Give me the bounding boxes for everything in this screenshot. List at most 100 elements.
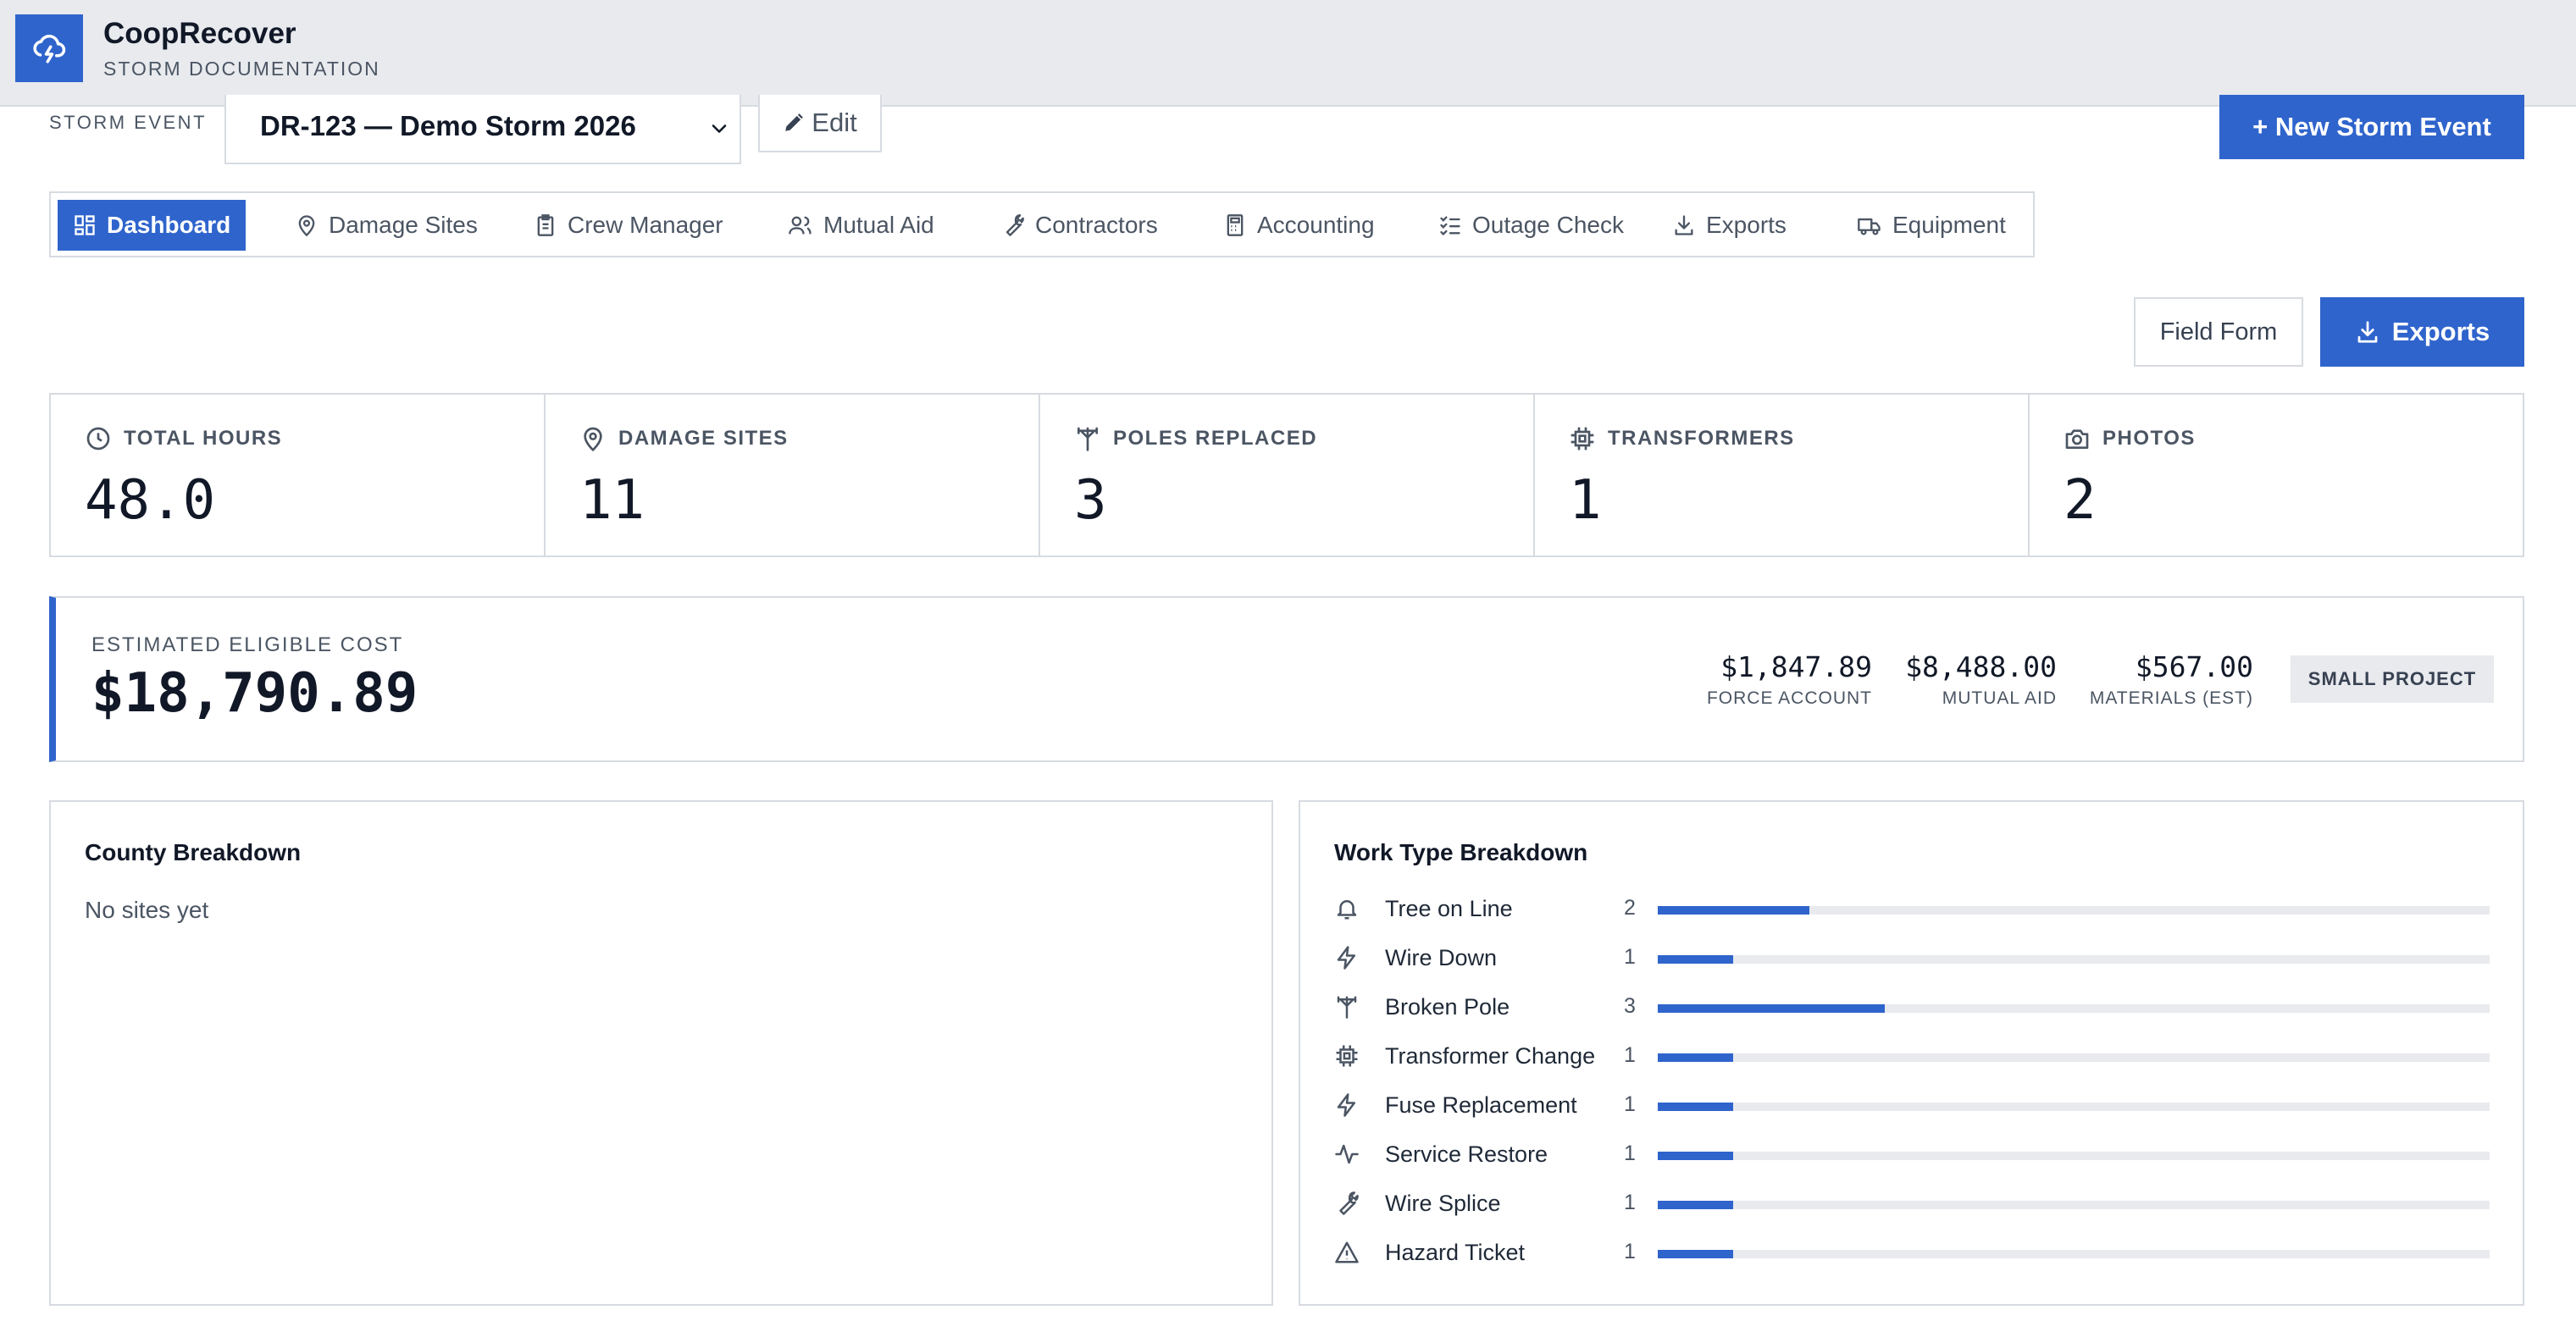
exports-button[interactable]: Exports bbox=[2320, 297, 2524, 367]
app-header: CoopRecover STORM DOCUMENTATION bbox=[0, 0, 2576, 107]
work-type-label: Fuse Replacement bbox=[1385, 1092, 1577, 1118]
work-type-bar bbox=[1658, 1201, 1734, 1209]
work-type-bar-track bbox=[1658, 1152, 2490, 1160]
tab-accounting[interactable]: Accounting bbox=[1208, 200, 1390, 251]
bell-icon bbox=[1334, 896, 1360, 921]
work-type-count: 1 bbox=[1624, 1141, 1636, 1165]
edit-label: Edit bbox=[812, 108, 857, 137]
tab-label: Mutual Aid bbox=[823, 212, 934, 238]
work-type-row: Wire Splice 1 bbox=[1334, 1186, 2490, 1220]
tab-equipment[interactable]: Equipment bbox=[1842, 200, 2021, 251]
chevron-down-icon bbox=[707, 117, 731, 141]
work-type-bar-track bbox=[1658, 1201, 2490, 1209]
tab-outage-check[interactable]: Outage Check bbox=[1423, 200, 1639, 251]
chip-icon bbox=[1334, 1043, 1360, 1069]
tab-label: Crew Manager bbox=[568, 212, 723, 238]
work-type-count: 1 bbox=[1624, 1191, 1636, 1214]
map-pin-icon bbox=[579, 425, 607, 452]
app-name[interactable]: CoopRecover bbox=[103, 17, 296, 51]
checklist-icon bbox=[1438, 213, 1462, 237]
cost-force-account: $1,847.89 FORCE ACCOUNT bbox=[1707, 650, 1872, 709]
work-type-breakdown-panel: Work Type Breakdown Tree on Line 2 Wire … bbox=[1299, 800, 2524, 1306]
stat-label: TRANSFORMERS bbox=[1608, 427, 1795, 450]
stat-value: 2 bbox=[2064, 469, 2097, 532]
stat-value: 1 bbox=[1569, 469, 1602, 532]
bolt-icon bbox=[1334, 1092, 1360, 1118]
clock-icon bbox=[85, 425, 112, 452]
cloud-lightning-icon[interactable] bbox=[15, 14, 83, 82]
work-type-label: Service Restore bbox=[1385, 1141, 1548, 1167]
stat-label: DAMAGE SITES bbox=[618, 427, 789, 450]
work-type-bar bbox=[1658, 1152, 1734, 1160]
work-type-row: Broken Pole 3 bbox=[1334, 990, 2490, 1024]
work-type-bar-track bbox=[1658, 1103, 2490, 1111]
stat-card-total-hours: TOTAL HOURS 48.0 bbox=[51, 395, 546, 555]
app-subtitle: STORM DOCUMENTATION bbox=[103, 58, 380, 80]
estimated-cost-panel: ESTIMATED ELIGIBLE COST $18,790.89 $1,84… bbox=[49, 596, 2524, 762]
stat-card-transformers: TRANSFORMERS 1 bbox=[1535, 395, 2030, 555]
tab-damage-sites[interactable]: Damage Sites bbox=[280, 200, 493, 251]
tab-label: Dashboard bbox=[107, 212, 231, 238]
work-type-label: Tree on Line bbox=[1385, 896, 1513, 921]
estimated-cost-value: $18,790.89 bbox=[91, 662, 418, 725]
work-type-label: Wire Down bbox=[1385, 945, 1498, 970]
tab-label: Damage Sites bbox=[329, 212, 478, 238]
cost-item-label: MATERIALS (EST) bbox=[2089, 688, 2253, 708]
map-pin-icon bbox=[295, 213, 319, 237]
work-type-row: Transformer Change 1 bbox=[1334, 1039, 2490, 1073]
work-type-count: 1 bbox=[1624, 1043, 1636, 1067]
estimated-cost-label: ESTIMATED ELIGIBLE COST bbox=[91, 633, 404, 656]
stat-card-damage-sites: DAMAGE SITES 11 bbox=[546, 395, 1040, 555]
work-type-count: 1 bbox=[1624, 1240, 1636, 1263]
work-type-label: Hazard Ticket bbox=[1385, 1240, 1526, 1265]
work-type-bar bbox=[1658, 906, 1809, 915]
activity-icon bbox=[1334, 1141, 1360, 1167]
work-type-bar bbox=[1658, 1250, 1734, 1258]
storm-event-select[interactable]: DR-123 — Demo Storm 2026 bbox=[224, 95, 741, 164]
work-type-bar bbox=[1658, 1053, 1734, 1062]
utility-pole-icon bbox=[1074, 425, 1101, 452]
stat-label: POLES REPLACED bbox=[1113, 427, 1318, 450]
tab-mutual-aid[interactable]: Mutual Aid bbox=[773, 200, 950, 251]
cost-item-label: MUTUAL AID bbox=[1942, 688, 2057, 708]
bolt-icon bbox=[1334, 945, 1360, 970]
utility-pole-icon bbox=[1334, 994, 1360, 1020]
exports-label: Exports bbox=[2391, 317, 2490, 346]
wrench-icon bbox=[1334, 1191, 1360, 1216]
stat-card-photos: PHOTOS 2 bbox=[2030, 395, 2524, 555]
work-type-count: 3 bbox=[1624, 994, 1636, 1018]
nav-tabs: Dashboard Damage Sites Crew Manager Mutu… bbox=[49, 191, 2035, 257]
edit-storm-button[interactable]: Edit bbox=[758, 95, 882, 152]
tab-label: Outage Check bbox=[1472, 212, 1624, 238]
work-type-bar-track bbox=[1658, 1004, 2490, 1013]
county-breakdown-panel: County Breakdown No sites yet bbox=[49, 800, 1273, 1306]
work-type-count: 2 bbox=[1624, 896, 1636, 920]
tab-crew-manager[interactable]: Crew Manager bbox=[518, 200, 739, 251]
storm-event-value: DR-123 — Demo Storm 2026 bbox=[260, 110, 636, 141]
tab-dashboard[interactable]: Dashboard bbox=[58, 200, 247, 251]
tab-contractors[interactable]: Contractors bbox=[986, 200, 1173, 251]
tab-label: Accounting bbox=[1257, 212, 1375, 238]
tab-label: Exports bbox=[1706, 212, 1787, 238]
download-icon bbox=[1672, 213, 1696, 237]
work-type-row: Hazard Ticket 1 bbox=[1334, 1235, 2490, 1269]
tab-exports[interactable]: Exports bbox=[1657, 200, 1802, 251]
cost-item-value: $8,488.00 bbox=[1905, 650, 2057, 683]
camera-icon bbox=[2064, 425, 2091, 452]
stats-row: TOTAL HOURS 48.0 DAMAGE SITES 11 POLES R… bbox=[49, 393, 2524, 557]
work-type-bar bbox=[1658, 1103, 1734, 1111]
work-type-bar-track bbox=[1658, 1053, 2490, 1062]
cost-mutual-aid: $8,488.00 MUTUAL AID bbox=[1905, 650, 2057, 709]
work-type-count: 1 bbox=[1624, 1092, 1636, 1116]
stat-label: PHOTOS bbox=[2102, 427, 2196, 450]
work-type-bar bbox=[1658, 955, 1734, 964]
dashboard-grid-icon bbox=[73, 213, 97, 237]
county-empty-text: No sites yet bbox=[85, 897, 209, 923]
work-type-label: Broken Pole bbox=[1385, 994, 1510, 1020]
new-storm-event-button[interactable]: + New Storm Event bbox=[2219, 95, 2524, 159]
field-form-button[interactable]: Field Form bbox=[2134, 297, 2303, 367]
download-icon bbox=[2355, 319, 2380, 345]
work-type-bar-track bbox=[1658, 955, 2490, 964]
stat-value: 11 bbox=[579, 469, 645, 532]
cost-item-value: $567.00 bbox=[2135, 650, 2253, 683]
